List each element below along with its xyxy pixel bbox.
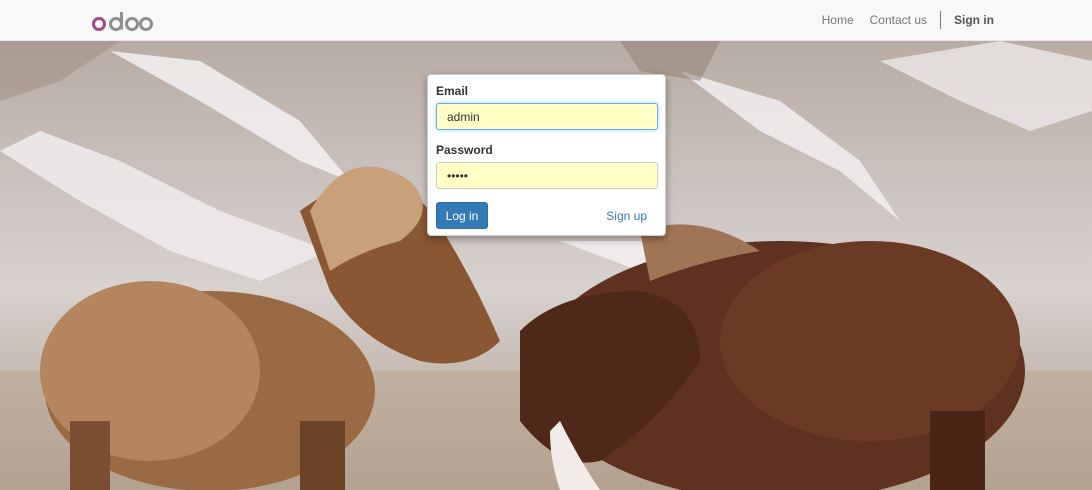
nav-links: Home Contact us Sign in — [814, 0, 1002, 40]
login-button[interactable]: Log in — [436, 202, 488, 229]
top-navbar: Home Contact us Sign in — [0, 0, 1092, 41]
email-field[interactable] — [436, 103, 658, 130]
password-field[interactable] — [436, 162, 658, 189]
nav-home-link[interactable]: Home — [814, 13, 862, 27]
password-label: Password — [436, 143, 493, 157]
nav-contact-link[interactable]: Contact us — [862, 13, 935, 27]
nav-divider — [940, 11, 941, 29]
email-label: Email — [436, 84, 469, 98]
nav-signin-link[interactable]: Sign in — [946, 13, 1002, 27]
odoo-logo[interactable] — [92, 10, 154, 32]
login-form: Email Password Log in Sign up — [427, 74, 666, 236]
signup-link[interactable]: Sign up — [606, 209, 647, 223]
